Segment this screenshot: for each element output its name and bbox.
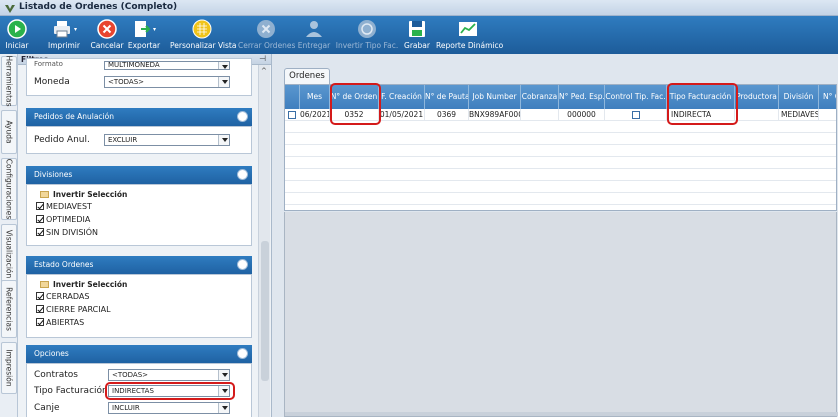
canje-combo[interactable]: INCLUIR [108, 402, 230, 414]
col-pauta[interactable]: N° de Pauta [425, 85, 469, 109]
col-ped-esp[interactable]: N° Ped. Esp. [559, 85, 605, 109]
filters-scrollbar[interactable]: ^ [258, 65, 270, 417]
personalizar-vista-button[interactable]: Personalizar Vista [170, 16, 236, 54]
tab-impresion[interactable]: Impresión [1, 342, 17, 394]
scroll-thumb[interactable] [261, 241, 269, 381]
tab-ayuda[interactable]: Ayuda [1, 110, 17, 154]
exportar-button[interactable]: ▾ Exportar [126, 16, 162, 54]
col-job[interactable]: Job Number [469, 85, 521, 109]
col-creacion[interactable]: F. Creación [379, 85, 425, 109]
chevron-down-icon[interactable]: ▾ [153, 26, 156, 33]
contratos-combo[interactable]: <TODAS> [108, 369, 230, 381]
checkbox-optimedia[interactable]: OPTIMEDIA [36, 215, 90, 224]
control-tip-checkbox[interactable] [632, 111, 640, 119]
table-row [285, 193, 836, 205]
chevron-down-icon[interactable] [218, 135, 229, 145]
collapse-icon[interactable] [237, 111, 248, 122]
printer-icon [54, 21, 70, 38]
checkbox-mediavest[interactable]: MEDIAVEST [36, 202, 92, 211]
cancel-icon [97, 19, 117, 39]
cancelar-button[interactable]: Cancelar [90, 16, 124, 54]
folder-icon [40, 191, 49, 198]
tab-configuraciones[interactable]: Configuraciones [1, 158, 17, 220]
collapse-icon[interactable] [237, 348, 248, 359]
opciones-section-header[interactable]: Opciones [26, 345, 252, 363]
side-tabs: Herramientas Ayuda Configuraciones Visua… [0, 54, 18, 417]
table-row [285, 169, 836, 181]
row-checkbox[interactable] [288, 111, 296, 119]
moneda-combo[interactable]: <TODAS> [104, 76, 230, 88]
tipo-facturacion-column-highlight [667, 83, 738, 125]
window-title: Listado de Ordenes (Completo) [19, 2, 178, 12]
table-row [285, 181, 836, 193]
app-icon [5, 5, 15, 13]
iniciar-button[interactable]: Iniciar [2, 16, 32, 54]
folder-icon [40, 281, 49, 288]
tipo-facturacion-highlight [105, 382, 235, 400]
toolbar: Iniciar ▾ Imprimir Cancelar ▾ Exportar P… [0, 16, 838, 54]
window-titlebar: Listado de Ordenes (Completo) [0, 0, 838, 16]
export-icon [135, 21, 151, 37]
col-n-or[interactable]: N° Or [819, 85, 836, 109]
tab-visualizacion[interactable]: Visualización [1, 224, 17, 284]
close-circle-icon [257, 20, 275, 38]
grid-view-icon [192, 19, 212, 39]
invertir-seleccion-divisiones[interactable]: Invertir Selección [40, 190, 127, 199]
table-row [285, 145, 836, 157]
scroll-up-icon[interactable]: ^ [261, 67, 267, 75]
user-icon [306, 21, 322, 37]
chevron-down-icon[interactable] [218, 403, 229, 413]
grabar-button[interactable]: Grabar [402, 16, 432, 54]
divisiones-section-header[interactable]: Divisiones [26, 166, 252, 184]
horizontal-scrollbar[interactable] [285, 412, 838, 416]
col-cobranza[interactable]: Cobranza [521, 85, 559, 109]
checkbox-abiertas[interactable]: ABIERTAS [36, 318, 84, 327]
chevron-down-icon[interactable] [218, 77, 229, 87]
col-control-tip[interactable]: Control Tip. Fac. [605, 85, 667, 109]
play-icon [7, 19, 27, 39]
invertir-seleccion-estado[interactable]: Invertir Selección [40, 280, 127, 289]
cerrar-ordenes-button[interactable]: Cerrar Ordenes [238, 16, 295, 54]
save-icon [409, 21, 425, 37]
collapse-icon[interactable] [237, 169, 248, 180]
checkbox-sin-division[interactable]: SIN DIVISIÓN [36, 228, 98, 237]
col-productora[interactable]: Productora [735, 85, 779, 109]
chevron-down-icon[interactable] [218, 370, 229, 380]
tab-referencias[interactable]: Referencias [1, 280, 17, 338]
table-row [285, 133, 836, 145]
main-area: Ordenes Mes N° de Orden F. Creación N° d… [272, 54, 838, 417]
checkbox-cerradas[interactable]: CERRADAS [36, 292, 89, 301]
pedidos-section-header[interactable]: Pedidos de Anulación [26, 108, 252, 126]
invertir-tipo-fac-button[interactable]: Invertir Tipo Fac. [334, 16, 400, 54]
filters-panel: Filtros ⊣ Formato MULTIMONEDA Moneda <TO… [18, 54, 272, 417]
entregar-button[interactable]: Entregar [296, 16, 332, 54]
checkbox-cierre-parcial[interactable]: CIERRE PARCIAL [36, 305, 111, 314]
chevron-down-icon[interactable] [218, 62, 229, 69]
chart-icon [459, 22, 477, 36]
tab-ordenes[interactable]: Ordenes [284, 68, 330, 84]
imprimir-button[interactable]: ▾ Imprimir [46, 16, 82, 54]
grid-empty-area [284, 212, 838, 417]
swap-icon [358, 20, 376, 38]
col-mes[interactable]: Mes [300, 85, 330, 109]
col-division[interactable]: División [779, 85, 819, 109]
chevron-down-icon[interactable]: ▾ [74, 26, 77, 33]
orden-column-highlight [330, 83, 381, 125]
table-row [285, 157, 836, 169]
collapse-icon[interactable] [237, 259, 248, 270]
formato-combo[interactable]: MULTIMONEDA [104, 61, 230, 70]
reporte-dinamico-button[interactable]: Reporte Dinámico [436, 16, 503, 54]
pedido-anul-combo[interactable]: EXCLUIR [104, 134, 230, 146]
tab-herramientas[interactable]: Herramientas [1, 55, 17, 107]
estado-section-header[interactable]: Estado Ordenes [26, 256, 252, 274]
pin-icon[interactable]: ⊣ [259, 54, 266, 63]
